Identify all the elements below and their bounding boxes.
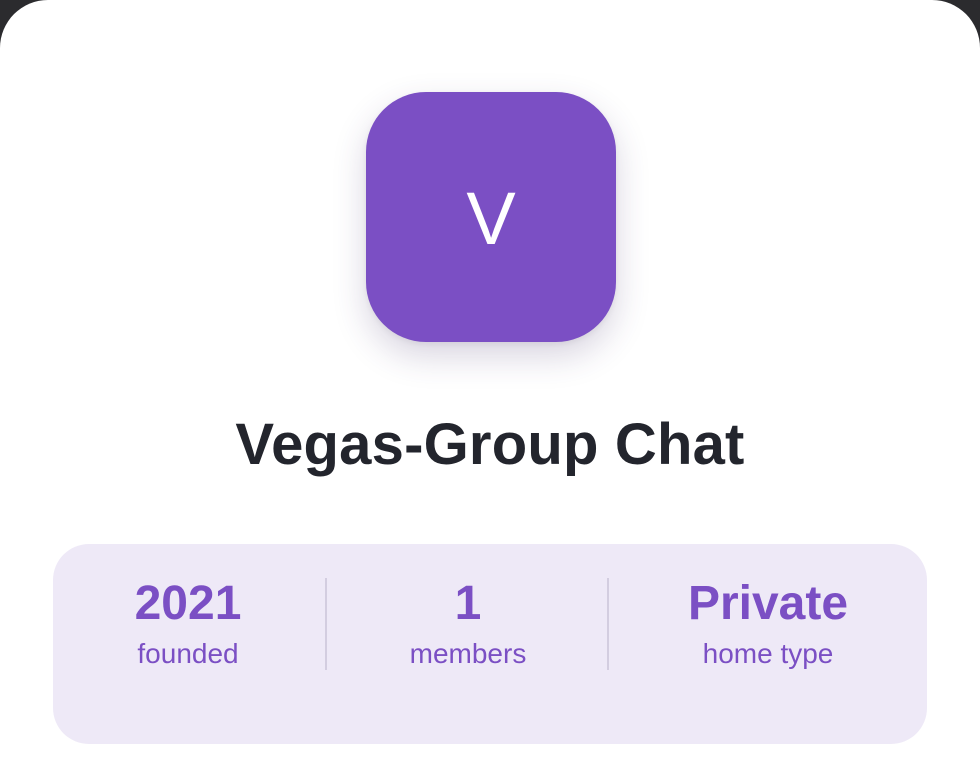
- stat-members-value: 1: [454, 577, 482, 630]
- stat-members-label: members: [409, 638, 527, 669]
- stat-home-type-label: home type: [702, 638, 834, 669]
- group-avatar: V: [366, 92, 616, 342]
- stat-home-type: Private home type: [633, 574, 903, 674]
- group-avatar-letter: V: [466, 177, 516, 260]
- group-stats-card: 2021 founded 1 members Private home type: [53, 544, 927, 744]
- stat-divider: [607, 578, 609, 670]
- group-info-sheet: V Vegas-Group Chat 2021 founded 1 member…: [0, 0, 980, 760]
- stat-members: 1 members: [333, 574, 603, 674]
- stat-home-type-value: Private: [687, 577, 849, 630]
- stat-founded-value: 2021: [134, 577, 242, 630]
- stat-founded: 2021 founded: [53, 574, 323, 674]
- group-title: Vegas-Group Chat: [235, 412, 745, 477]
- stat-divider: [325, 578, 327, 670]
- stat-founded-label: founded: [137, 638, 239, 669]
